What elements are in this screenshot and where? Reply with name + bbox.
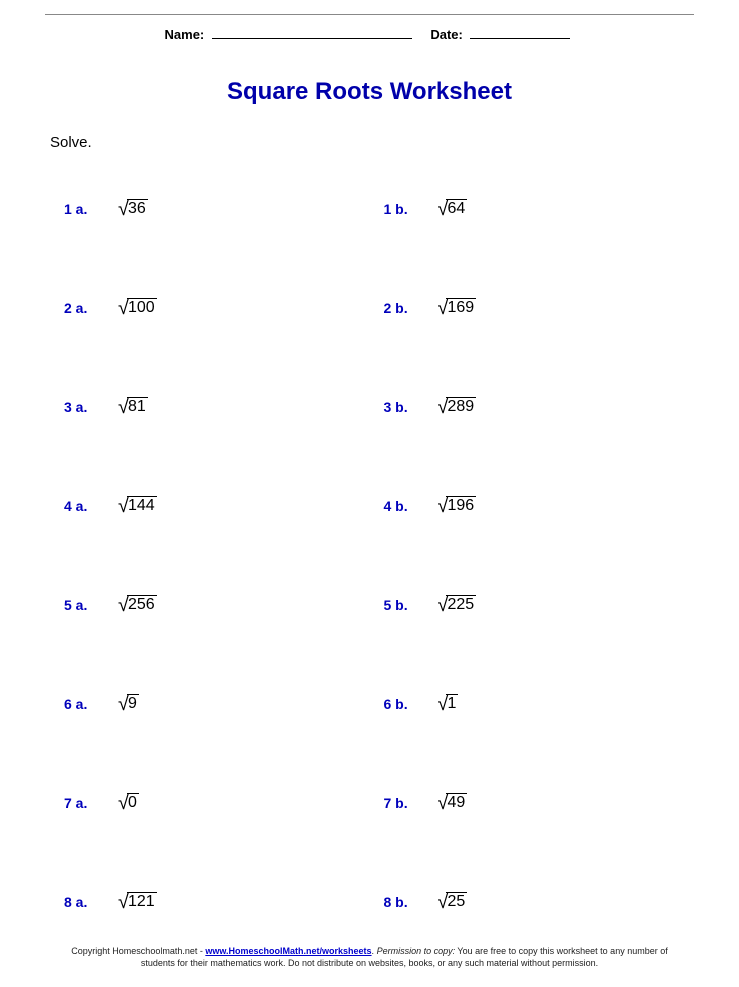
radicand: 256 <box>127 595 157 614</box>
radicand: 289 <box>446 397 476 416</box>
sqrt-expression: √289 <box>438 397 477 416</box>
radical-icon: √ <box>118 597 129 613</box>
problem-cell: 5 a. √256 <box>50 595 370 614</box>
date-blank[interactable] <box>470 38 570 39</box>
radical-icon: √ <box>438 597 449 613</box>
name-blank[interactable] <box>212 38 412 39</box>
problem-row: 5 a. √256 5 b. √225 <box>50 555 689 654</box>
problem-number: 5 b. <box>370 597 438 613</box>
radicand: 196 <box>446 496 476 515</box>
sqrt-expression: √64 <box>438 199 468 218</box>
radical-icon: √ <box>438 399 449 415</box>
problem-number: 5 a. <box>50 597 118 613</box>
radical-icon: √ <box>118 498 129 514</box>
footer-link[interactable]: www.HomeschoolMath.net/worksheets <box>205 946 371 956</box>
problem-number: 2 b. <box>370 300 438 316</box>
radical-icon: √ <box>118 300 129 316</box>
problem-number: 4 b. <box>370 498 438 514</box>
sqrt-expression: √49 <box>438 793 468 812</box>
radicand: 144 <box>127 496 157 515</box>
problem-row: 4 a. √144 4 b. √196 <box>50 456 689 555</box>
problem-number: 6 b. <box>370 696 438 712</box>
radicand: 25 <box>446 892 467 911</box>
footer: Copyright Homeschoolmath.net - www.Homes… <box>0 945 739 969</box>
radicand: 64 <box>446 199 467 218</box>
problem-number: 1 a. <box>50 201 118 217</box>
sqrt-expression: √0 <box>118 793 139 812</box>
sqrt-expression: √36 <box>118 199 148 218</box>
problem-number: 3 a. <box>50 399 118 415</box>
problem-cell: 1 b. √64 <box>370 199 690 218</box>
sqrt-expression: √169 <box>438 298 477 317</box>
problem-cell: 8 a. √121 <box>50 892 370 911</box>
sqrt-expression: √81 <box>118 397 148 416</box>
problem-cell: 6 b. √1 <box>370 694 690 713</box>
problem-row: 6 a. √9 6 b. √1 <box>50 654 689 753</box>
problem-number: 8 b. <box>370 894 438 910</box>
problem-cell: 2 b. √169 <box>370 298 690 317</box>
problem-cell: 1 a. √36 <box>50 199 370 218</box>
problem-cell: 4 b. √196 <box>370 496 690 515</box>
radical-icon: √ <box>438 498 449 514</box>
radical-icon: √ <box>438 894 449 910</box>
radicand: 169 <box>446 298 476 317</box>
sqrt-expression: √196 <box>438 496 477 515</box>
sqrt-expression: √25 <box>438 892 468 911</box>
problem-number: 3 b. <box>370 399 438 415</box>
problem-row: 8 a. √121 8 b. √25 <box>50 852 689 951</box>
sqrt-expression: √1 <box>438 694 459 713</box>
radicand: 225 <box>446 595 476 614</box>
sqrt-expression: √144 <box>118 496 157 515</box>
problem-row: 1 a. √36 1 b. √64 <box>50 159 689 258</box>
problem-number: 7 b. <box>370 795 438 811</box>
problem-number: 2 a. <box>50 300 118 316</box>
radicand: 121 <box>127 892 157 911</box>
radical-icon: √ <box>118 696 129 712</box>
radical-icon: √ <box>118 399 129 415</box>
radicand: 81 <box>127 397 148 416</box>
problems-grid: 1 a. √36 1 b. √64 2 a. √100 2 b. √169 3 … <box>50 159 689 951</box>
footer-copyright: Copyright Homeschoolmath.net - <box>71 946 205 956</box>
problem-cell: 3 b. √289 <box>370 397 690 416</box>
radical-icon: √ <box>118 795 129 811</box>
problem-row: 3 a. √81 3 b. √289 <box>50 357 689 456</box>
problem-number: 8 a. <box>50 894 118 910</box>
worksheet-page: { "header": { "name_label": "Name:", "da… <box>0 14 739 987</box>
problem-cell: 6 a. √9 <box>50 694 370 713</box>
problem-cell: 7 b. √49 <box>370 793 690 812</box>
page-title: Square Roots Worksheet <box>0 78 739 106</box>
instruction-text: Solve. <box>50 134 739 151</box>
problem-row: 2 a. √100 2 b. √169 <box>50 258 689 357</box>
problem-row: 7 a. √0 7 b. √49 <box>50 753 689 852</box>
problem-cell: 3 a. √81 <box>50 397 370 416</box>
top-divider <box>45 14 694 15</box>
name-label: Name: <box>165 27 205 42</box>
problem-cell: 4 a. √144 <box>50 496 370 515</box>
sqrt-expression: √9 <box>118 694 139 713</box>
problem-number: 7 a. <box>50 795 118 811</box>
radicand: 36 <box>127 199 148 218</box>
footer-permission-label: Permission to copy: <box>377 946 456 956</box>
sqrt-expression: √256 <box>118 595 157 614</box>
problem-number: 1 b. <box>370 201 438 217</box>
radical-icon: √ <box>438 696 449 712</box>
problem-number: 6 a. <box>50 696 118 712</box>
radical-icon: √ <box>438 795 449 811</box>
problem-cell: 7 a. √0 <box>50 793 370 812</box>
problem-cell: 2 a. √100 <box>50 298 370 317</box>
problem-cell: 5 b. √225 <box>370 595 690 614</box>
problem-number: 4 a. <box>50 498 118 514</box>
header-line: Name: Date: <box>0 27 739 42</box>
radical-icon: √ <box>438 201 449 217</box>
problem-cell: 8 b. √25 <box>370 892 690 911</box>
radical-icon: √ <box>118 894 129 910</box>
radicand: 100 <box>127 298 157 317</box>
sqrt-expression: √121 <box>118 892 157 911</box>
radicand: 49 <box>446 793 467 812</box>
date-label: Date: <box>430 27 463 42</box>
radical-icon: √ <box>118 201 129 217</box>
sqrt-expression: √100 <box>118 298 157 317</box>
sqrt-expression: √225 <box>438 595 477 614</box>
radical-icon: √ <box>438 300 449 316</box>
